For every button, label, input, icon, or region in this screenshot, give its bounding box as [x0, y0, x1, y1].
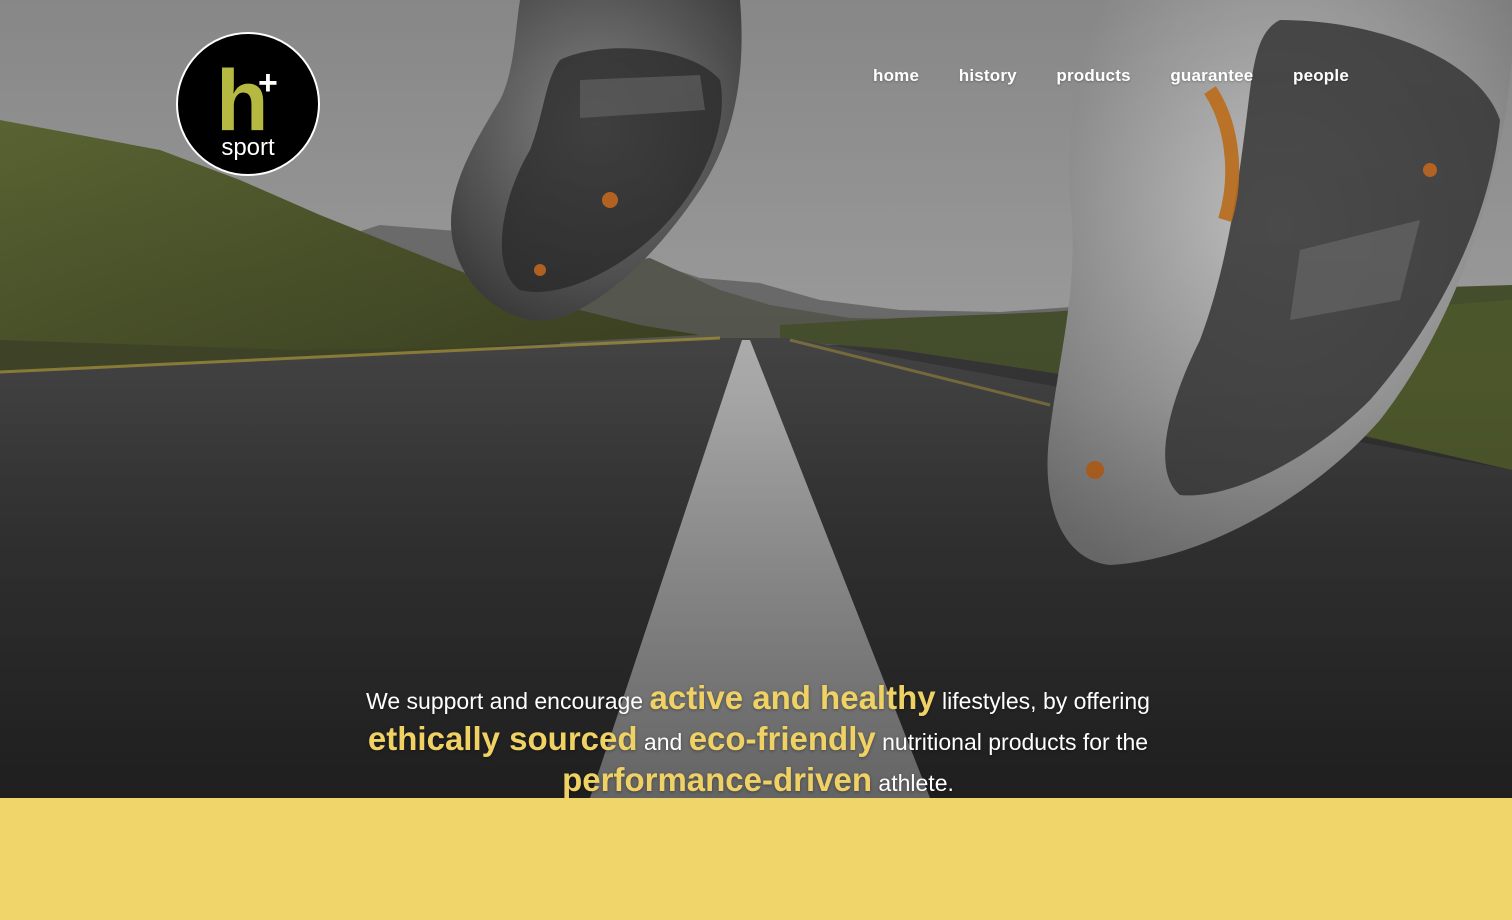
main-nav: home history products guarantee people: [856, 64, 1366, 88]
logo-plus-sign: +: [258, 64, 278, 102]
nav-link-people[interactable]: people: [1276, 66, 1366, 86]
nav-link-guarantee[interactable]: guarantee: [1153, 66, 1270, 86]
mission-highlight: ethically sourced: [367, 720, 638, 757]
yellow-content-band: [0, 798, 1512, 920]
page: h + sport home history products guarante…: [0, 0, 1512, 920]
mission-text: and: [637, 729, 689, 755]
mission-highlight: active and healthy: [649, 679, 936, 716]
mission-text: lifestyles, by offering: [935, 688, 1150, 714]
mission-highlight: eco-friendly: [688, 720, 876, 757]
mission-text: athlete.: [872, 770, 954, 796]
hero-section: h + sport home history products guarante…: [0, 0, 1512, 798]
nav-link-history[interactable]: history: [942, 66, 1034, 86]
mission-statement: We support and encourage active and heal…: [250, 679, 1266, 798]
logo-mark: h + sport: [216, 53, 278, 161]
nav-link-home[interactable]: home: [856, 66, 936, 86]
mission-text: nutritional products for the: [875, 729, 1149, 755]
nav-link-products[interactable]: products: [1039, 66, 1147, 86]
logo-wordmark: sport: [221, 134, 275, 161]
mission-text: We support and encourage: [366, 688, 650, 714]
mission-highlight: performance-driven: [562, 761, 873, 798]
hplus-sport-logo[interactable]: h + sport: [176, 32, 320, 176]
